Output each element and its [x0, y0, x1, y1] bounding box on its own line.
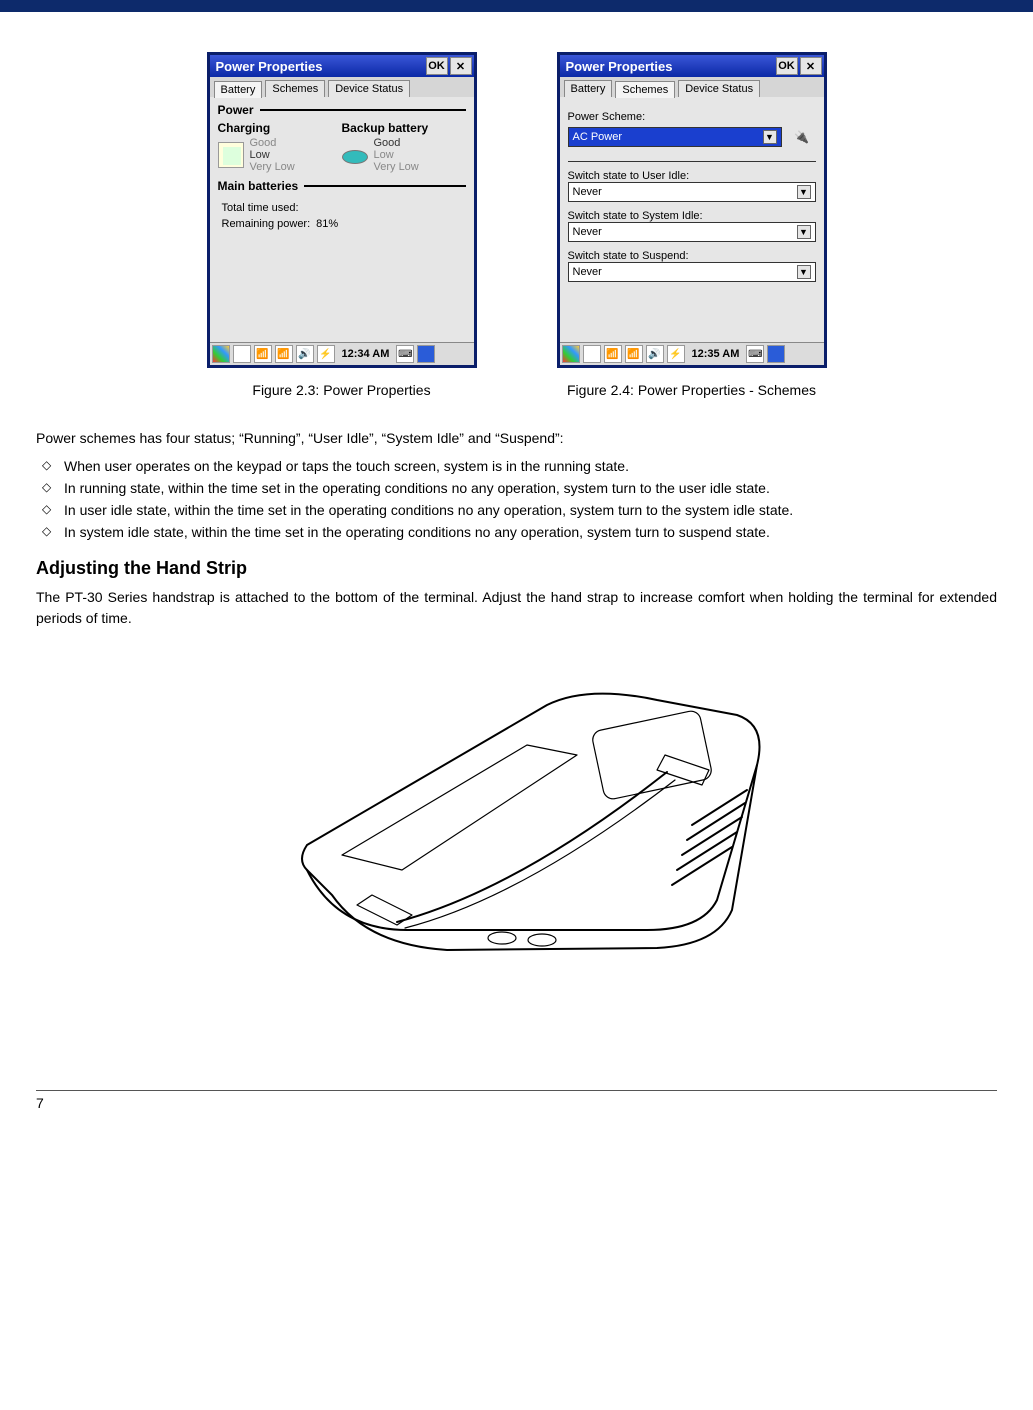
charging-low: Low: [250, 149, 295, 161]
system-idle-label: Switch state to System Idle:: [568, 210, 816, 222]
tab-battery[interactable]: Battery: [214, 81, 263, 98]
tray-icon[interactable]: [767, 345, 785, 363]
charging-good: Good: [250, 137, 295, 149]
user-idle-label: Switch state to User Idle:: [568, 170, 816, 182]
power-scheme-select[interactable]: AC Power ▼: [568, 127, 782, 147]
signal2-icon[interactable]: 📶: [625, 345, 643, 363]
chevron-down-icon[interactable]: ▼: [797, 225, 811, 239]
remaining-label: Remaining power:: [220, 217, 313, 231]
battery-icon: [218, 142, 244, 168]
tab-pane-battery: Power Charging Good Low Very Low: [210, 97, 474, 342]
figure-caption-left: Figure 2.3: Power Properties: [207, 382, 477, 398]
group-power-label: Power: [218, 103, 254, 117]
window-title: Power Properties: [216, 59, 323, 74]
charging-label: Charging: [218, 121, 342, 135]
power-scheme-value: AC Power: [573, 131, 623, 143]
tab-schemes[interactable]: Schemes: [615, 81, 675, 98]
taskbar[interactable]: 📶 📶 🔊 ⚡ 12:34 AM ⌨: [210, 342, 474, 365]
figures-row: Power Properties OK Battery Schemes Devi…: [36, 52, 997, 398]
window-title: Power Properties: [566, 59, 673, 74]
user-idle-select[interactable]: Never ▼: [568, 182, 816, 202]
backup-low: Low: [374, 149, 419, 161]
ok-button[interactable]: OK: [426, 57, 448, 75]
user-idle-value: Never: [573, 186, 602, 198]
start-icon[interactable]: [212, 345, 230, 363]
title-bar[interactable]: Power Properties OK: [210, 55, 474, 77]
strap-paragraph: The PT-30 Series handstrap is attached t…: [36, 587, 997, 630]
backup-label: Backup battery: [342, 121, 466, 135]
chevron-down-icon[interactable]: ▼: [797, 265, 811, 279]
tab-device-status[interactable]: Device Status: [678, 80, 760, 97]
tab-strip: Battery Schemes Device Status: [560, 77, 824, 97]
suspend-label: Switch state to Suspend:: [568, 250, 816, 262]
device-figure: [36, 670, 997, 970]
device-illustration: [247, 670, 787, 970]
taskbar[interactable]: 📶 📶 🔊 ⚡ 12:35 AM ⌨: [560, 342, 824, 365]
divider: [568, 161, 816, 162]
bullet-3: In user idle state, within the time set …: [38, 502, 997, 518]
backup-vlow: Very Low: [374, 161, 419, 173]
remaining-value: 81%: [314, 217, 340, 231]
page-number: 7: [36, 1090, 997, 1111]
charging-vlow: Very Low: [250, 161, 295, 173]
status-bullets: When user operates on the keypad or taps…: [38, 458, 997, 540]
system-idle-value: Never: [573, 226, 602, 238]
figure-right: Power Properties OK Battery Schemes Devi…: [557, 52, 827, 398]
system-idle-select[interactable]: Never ▼: [568, 222, 816, 242]
desktop-icon[interactable]: [233, 345, 251, 363]
signal2-icon[interactable]: 📶: [275, 345, 293, 363]
signal-icon[interactable]: 📶: [604, 345, 622, 363]
group-main-label: Main batteries: [218, 179, 299, 193]
bullet-2: In running state, within the time set in…: [38, 480, 997, 496]
chevron-down-icon[interactable]: ▼: [797, 185, 811, 199]
ok-button[interactable]: OK: [776, 57, 798, 75]
total-time-label: Total time used:: [220, 201, 313, 215]
section-heading: Adjusting the Hand Strip: [36, 558, 997, 579]
keyboard-icon[interactable]: ⌨: [396, 345, 414, 363]
title-bar[interactable]: Power Properties OK: [560, 55, 824, 77]
tray-icon[interactable]: [417, 345, 435, 363]
tab-device-status[interactable]: Device Status: [328, 80, 410, 97]
power-scheme-label: Power Scheme:: [568, 111, 816, 123]
signal-icon[interactable]: 📶: [254, 345, 272, 363]
power-icon[interactable]: ⚡: [667, 345, 685, 363]
window-power-schemes: Power Properties OK Battery Schemes Devi…: [557, 52, 827, 368]
backup-battery-icon: [342, 150, 368, 164]
window-power-battery: Power Properties OK Battery Schemes Devi…: [207, 52, 477, 368]
plug-icon: 🔌: [788, 125, 816, 149]
close-button[interactable]: [450, 57, 472, 75]
close-button[interactable]: [800, 57, 822, 75]
suspend-value: Never: [573, 266, 602, 278]
clock: 12:34 AM: [342, 348, 390, 360]
tab-pane-schemes: Power Scheme: AC Power ▼ 🔌 Switch state …: [560, 97, 824, 342]
chevron-down-icon[interactable]: ▼: [763, 130, 777, 144]
keyboard-icon[interactable]: ⌨: [746, 345, 764, 363]
main-battery-stats: Total time used: Remaining power: 81%: [218, 199, 343, 233]
tab-battery[interactable]: Battery: [564, 80, 613, 97]
suspend-select[interactable]: Never ▼: [568, 262, 816, 282]
desktop-icon[interactable]: [583, 345, 601, 363]
volume-icon[interactable]: 🔊: [296, 345, 314, 363]
figure-caption-right: Figure 2.4: Power Properties - Schemes: [557, 382, 827, 398]
header-bar: [0, 0, 1033, 12]
clock: 12:35 AM: [692, 348, 740, 360]
bullet-4: In system idle state, within the time se…: [38, 524, 997, 540]
figure-left: Power Properties OK Battery Schemes Devi…: [207, 52, 477, 398]
start-icon[interactable]: [562, 345, 580, 363]
volume-icon[interactable]: 🔊: [646, 345, 664, 363]
bullet-1: When user operates on the keypad or taps…: [38, 458, 997, 474]
body-paragraph: Power schemes has four status; “Running”…: [36, 428, 997, 450]
page-content: Power Properties OK Battery Schemes Devi…: [0, 12, 1033, 1141]
backup-good: Good: [374, 137, 419, 149]
power-icon[interactable]: ⚡: [317, 345, 335, 363]
tab-strip: Battery Schemes Device Status: [210, 77, 474, 97]
tab-schemes[interactable]: Schemes: [265, 80, 325, 97]
